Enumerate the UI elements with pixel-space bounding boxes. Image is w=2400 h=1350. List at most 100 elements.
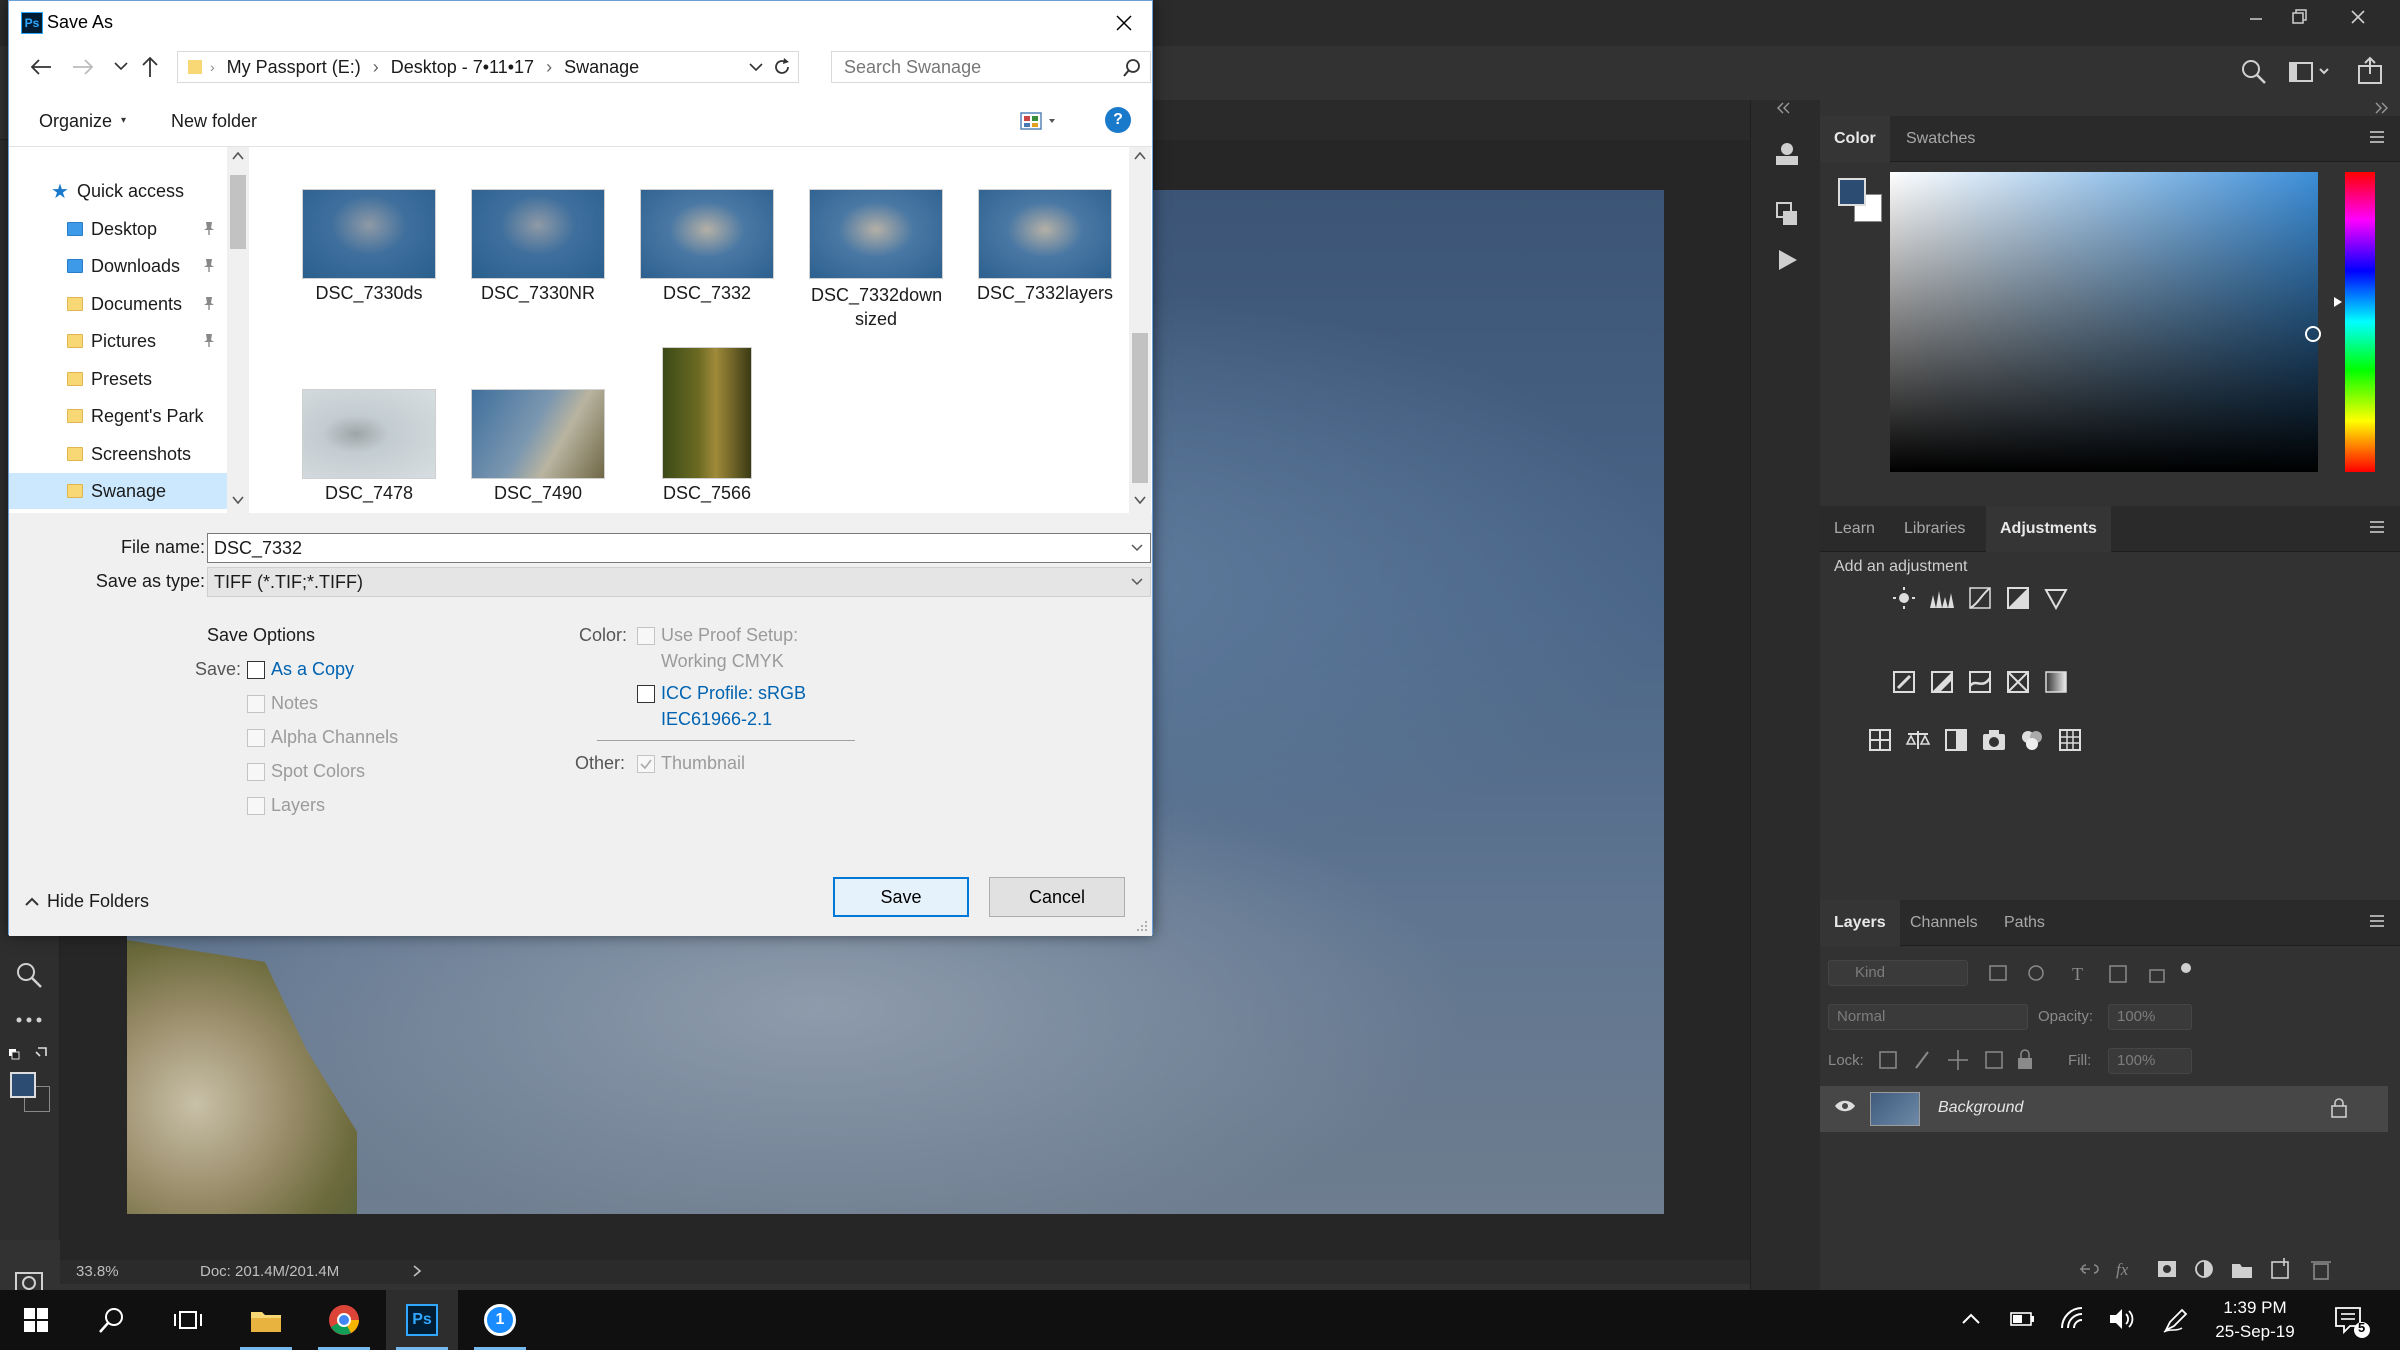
start-button[interactable] [0,1290,72,1350]
scroll-down-icon[interactable] [1134,495,1146,505]
panel-menu-icon[interactable] [2368,914,2386,928]
photo-filter-icon[interactable] [1980,726,2008,754]
status-chevron-icon[interactable] [410,1260,424,1282]
volume-icon[interactable] [2108,1306,2136,1332]
hue-slider-handle[interactable] [2332,296,2344,308]
resize-grip-icon[interactable] [1136,920,1148,932]
selective-color-icon[interactable] [2004,668,2032,696]
pin-icon[interactable] [201,220,217,236]
scroll-thumb[interactable] [230,175,246,249]
restore-button[interactable] [2272,0,2328,34]
search-icon[interactable] [1122,58,1142,78]
recent-locations-chevron-icon[interactable] [113,59,129,73]
actions-play-icon[interactable] [1775,248,1799,272]
workspace-icon[interactable] [2288,58,2332,86]
organize-chevron-icon[interactable]: ▾ [121,115,126,126]
scroll-up-icon[interactable] [232,151,244,161]
file-item[interactable]: DSC_7330ds [289,189,449,304]
collapse-left-icon[interactable] [1773,100,1793,116]
layers-footer-icons[interactable]: fx [2076,1256,2386,1282]
clock[interactable]: 1:39 PM 25-Sep-19 [2210,1296,2300,1344]
tab-learn[interactable]: Learn [1820,506,1889,552]
tab-layers[interactable]: Layers [1820,900,1900,946]
as-copy-label[interactable]: As a Copy [271,659,354,680]
sidebar-item-quick-access[interactable]: ★ Quick access [9,173,227,209]
hue-slider[interactable] [2345,172,2375,472]
panel-menu-icon[interactable] [2368,520,2386,534]
search-taskbar-icon[interactable] [76,1290,148,1350]
panel-fg-swatch[interactable] [1838,178,1866,206]
share-icon[interactable] [2356,56,2384,86]
opacity-input[interactable]: 100% [2108,1004,2192,1030]
tab-channels[interactable]: Channels [1896,900,1992,946]
sidebar-item-screenshots[interactable]: Screenshots [9,436,227,472]
pen-icon[interactable] [2162,1306,2192,1334]
zoom-level[interactable]: 33.8% [76,1263,119,1280]
battery-icon[interactable] [2010,1308,2036,1330]
gradient-map-icon[interactable] [2042,668,2070,696]
color-balance-icon[interactable] [1904,726,1932,754]
pin-icon[interactable] [201,257,217,273]
dialog-close-button[interactable] [1102,5,1146,41]
file-name-dropdown-icon[interactable] [1130,542,1144,554]
files-scrollbar[interactable] [1129,147,1151,513]
exposure-icon[interactable] [2004,584,2032,612]
cancel-button[interactable]: Cancel [989,877,1125,917]
sidebar-item-swanage[interactable]: Swanage [9,473,227,509]
properties-panel-icon[interactable] [1773,140,1801,168]
search-input[interactable]: Search Swanage [831,51,1151,83]
lock-icons[interactable] [1876,1046,2036,1074]
black-white-icon[interactable] [1942,726,1970,754]
tab-libraries[interactable]: Libraries [1890,506,1979,552]
hide-folders-toggle[interactable]: Hide Folders [23,891,149,912]
save-button[interactable]: Save [833,877,969,917]
action-center-icon[interactable]: 5 [2334,1304,2370,1338]
save-type-select[interactable]: TIFF (*.TIF;*.TIFF) [207,567,1151,597]
refresh-icon[interactable] [772,57,792,77]
photoshop-taskbar-icon[interactable]: Ps [386,1290,458,1350]
foreground-color-swatch[interactable] [10,1072,36,1098]
tab-color[interactable]: Color [1820,116,1890,162]
threshold-icon[interactable] [1966,668,1994,696]
address-bar[interactable]: › My Passport (E:) › Desktop - 7•11•17 ›… [177,51,799,83]
address-dropdown-chevron-icon[interactable] [748,60,764,74]
sidebar-item-documents[interactable]: Documents [9,286,227,322]
invert-icon[interactable] [1890,668,1918,696]
up-arrow-icon[interactable] [139,55,161,79]
sidebar-item-pictures[interactable]: Pictures [9,323,227,359]
icc-profile-label-line2[interactable]: IEC61966-2.1 [661,709,772,730]
collapse-right-icon[interactable] [2372,100,2392,116]
layer-filter-icons[interactable]: T [1986,962,2226,986]
sidebar-item-desktop[interactable]: Desktop [9,211,227,247]
forward-arrow-icon[interactable] [71,57,95,77]
file-name-input[interactable]: DSC_7332 [207,533,1151,563]
color-panel-swatches[interactable] [1838,178,1884,224]
history-panel-icon[interactable] [1773,200,1801,228]
file-explorer-icon[interactable] [230,1290,302,1350]
file-item[interactable]: DSC_7478 [289,389,449,504]
notes-checkbox[interactable] [247,695,265,713]
use-proof-checkbox[interactable] [637,627,655,645]
visibility-eye-icon[interactable] [1834,1098,1856,1114]
pin-icon[interactable] [201,295,217,311]
tab-paths[interactable]: Paths [1990,900,2059,946]
breadcrumb-swanage[interactable]: Swanage [564,57,639,78]
sidebar-item-regents-park[interactable]: Regent's Park [9,398,227,434]
dialog-titlebar[interactable]: Ps Save As [9,1,1152,45]
icc-profile-label[interactable]: ICC Profile: sRGB [661,683,806,704]
file-item[interactable]: DSC_7332 [627,189,787,304]
panel-menu-icon[interactable] [2368,130,2386,144]
breadcrumb-drive[interactable]: My Passport (E:) [227,57,361,78]
help-icon[interactable]: ? [1105,107,1131,133]
curves-icon[interactable] [1966,584,1994,612]
color-picker-cursor[interactable] [2305,326,2321,342]
brightness-icon[interactable] [1890,584,1918,612]
show-hidden-icons-chevron[interactable] [1960,1308,1982,1330]
hue-saturation-icon[interactable] [1866,726,1894,754]
scroll-thumb[interactable] [1132,333,1148,483]
layers-checkbox[interactable] [247,797,265,815]
wifi-icon[interactable] [2060,1306,2086,1332]
organize-menu[interactable]: Organize [39,111,112,132]
vibrance-icon[interactable] [2042,584,2070,612]
thumbnail-checkbox[interactable] [637,755,655,773]
